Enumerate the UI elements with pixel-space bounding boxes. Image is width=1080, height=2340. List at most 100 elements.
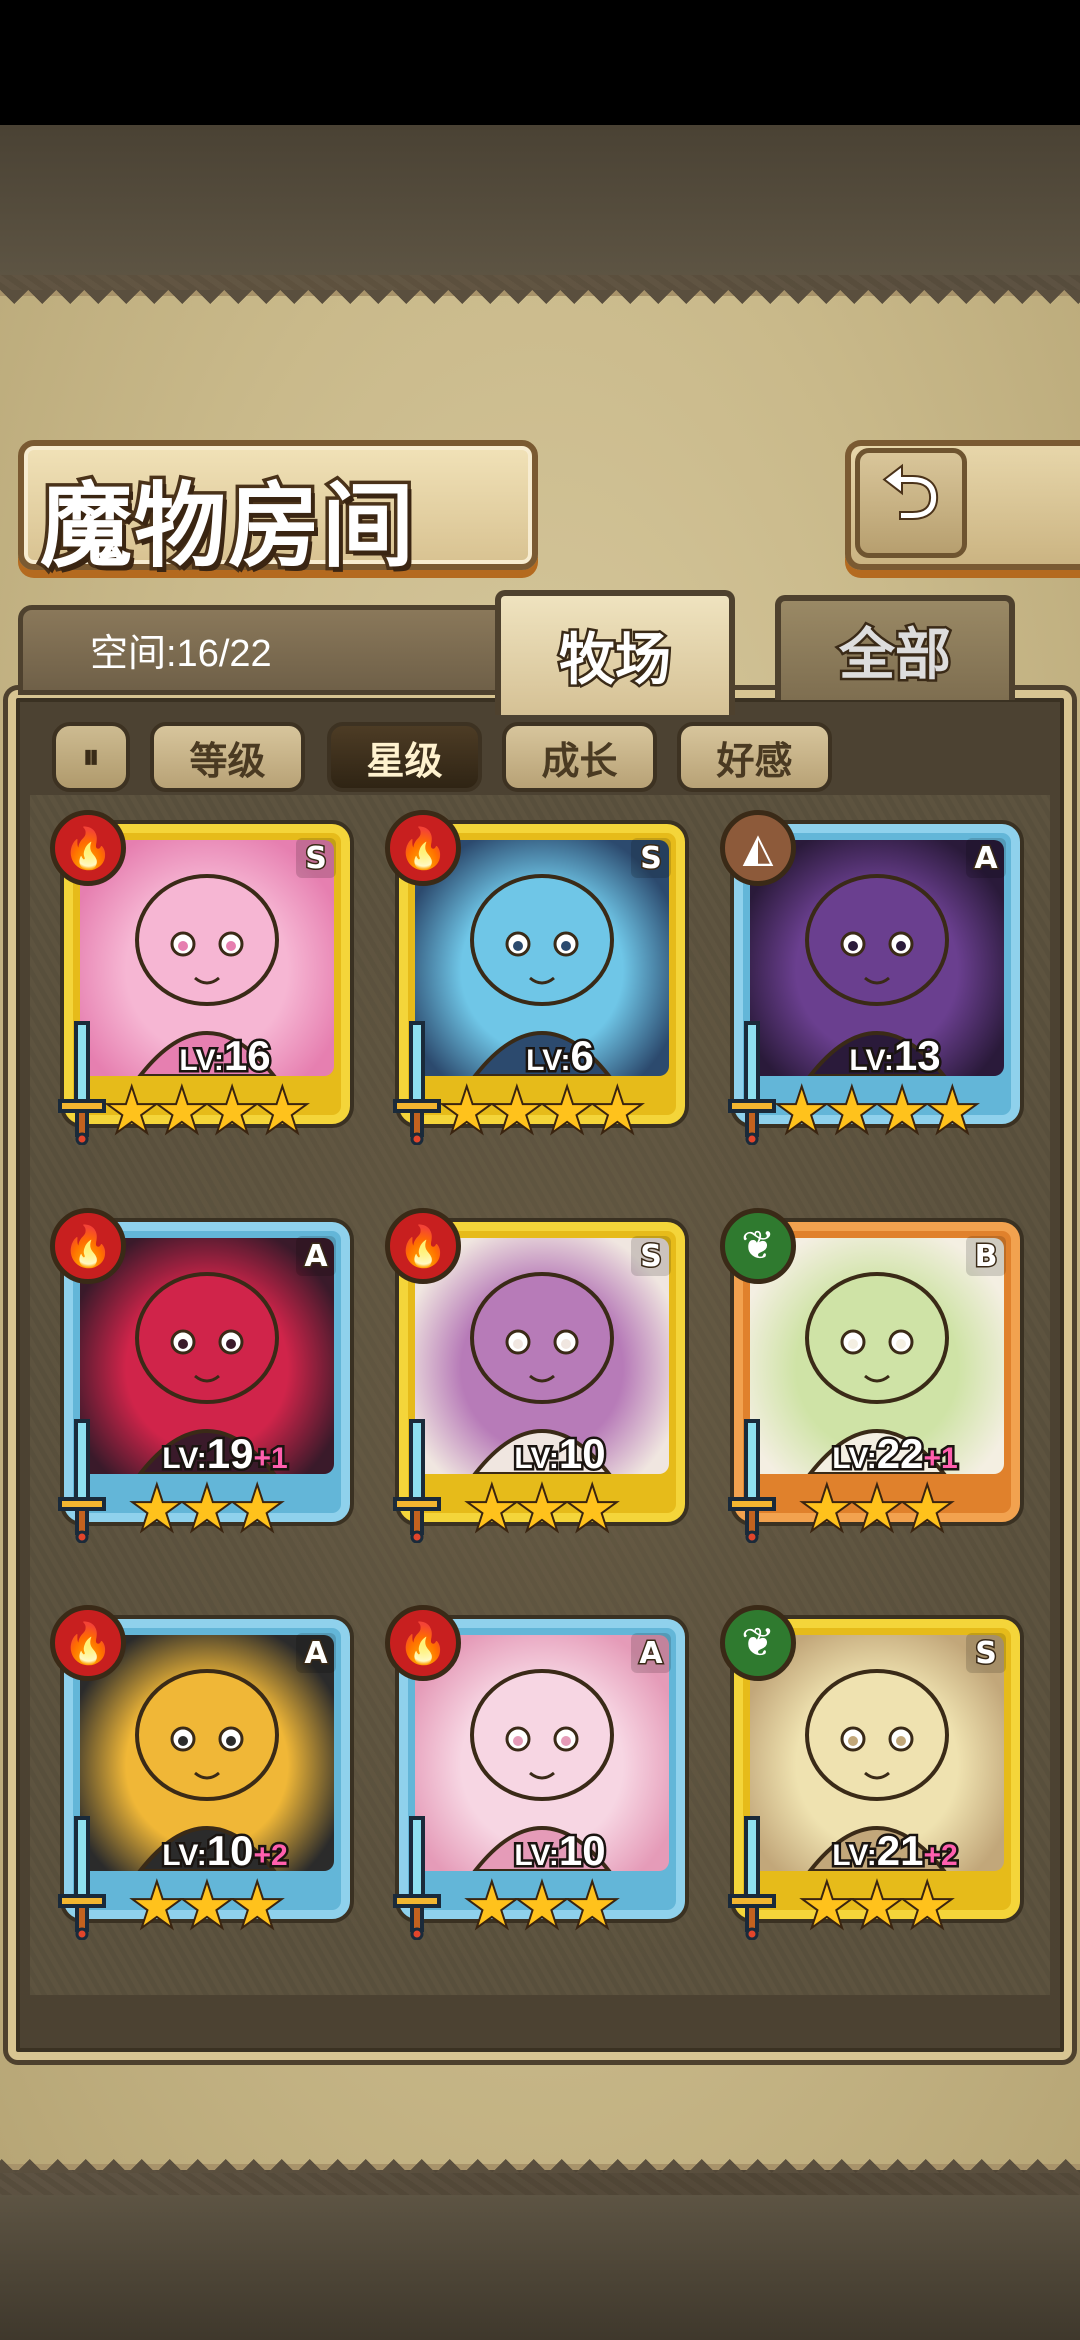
- rank-badge: A: [296, 1236, 336, 1276]
- level-prefix: LV:: [847, 1042, 897, 1080]
- fire-element-icon: 🔥: [385, 1208, 461, 1284]
- rank-letter: A: [303, 1237, 329, 1275]
- rank-letter: S: [639, 839, 664, 877]
- back-button[interactable]: ⮌: [855, 448, 967, 558]
- rank-letter: A: [973, 839, 999, 877]
- bottom-map-band: [0, 2195, 1080, 2340]
- parchment-edge-bottom: [0, 2145, 1080, 2173]
- rank-letter: S: [304, 839, 329, 877]
- star-icons: ★★★★: [775, 1079, 980, 1144]
- level-prefix: LV:: [177, 1042, 227, 1080]
- level-value: 10: [556, 1428, 608, 1480]
- fire-element-icon: 🔥: [385, 810, 461, 886]
- star-rating: ★★★: [415, 1477, 669, 1542]
- level-bonus: +2: [921, 1837, 960, 1875]
- rank-badge: A: [966, 838, 1006, 878]
- rank-letter: A: [303, 1634, 329, 1672]
- sort-level-button[interactable]: 等级: [150, 722, 305, 792]
- star-icons: ★★★: [800, 1477, 955, 1542]
- fire-element-icon: 🔥: [50, 1208, 126, 1284]
- star-rating: ★★★★: [80, 1079, 334, 1144]
- level-value: 13: [891, 1030, 943, 1082]
- rank-badge: A: [631, 1633, 671, 1673]
- level-value: 6: [568, 1030, 596, 1082]
- fire-element-icon: 🔥: [50, 1605, 126, 1681]
- parchment-edge-top: [0, 290, 1080, 318]
- monster-card[interactable]: S ❦ LV: 21 +2 ★★★: [720, 1605, 1020, 1955]
- level-prefix: LV:: [512, 1440, 562, 1478]
- rank-letter: B: [973, 1237, 999, 1275]
- monster-card[interactable]: A 🔥 LV: 10 +2 ★★★: [50, 1605, 350, 1955]
- star-rating: ★★★★: [415, 1079, 669, 1144]
- status-bar: [0, 0, 1080, 125]
- star-icons: ★★★: [465, 1477, 620, 1542]
- level-prefix: LV:: [524, 1042, 574, 1080]
- star-rating: ★★★: [80, 1875, 334, 1939]
- rank-badge: S: [966, 1633, 1006, 1673]
- level-value: 22: [874, 1428, 926, 1480]
- level-label: LV: 13: [780, 1030, 1010, 1082]
- level-bonus: +1: [251, 1440, 290, 1478]
- star-rating: ★★★: [80, 1477, 334, 1542]
- rank-badge: S: [631, 1236, 671, 1276]
- fire-element-icon: 🔥: [50, 810, 126, 886]
- level-label: LV: 10: [445, 1428, 675, 1480]
- nature-element-icon: ❦: [720, 1208, 796, 1284]
- level-prefix: LV:: [830, 1440, 880, 1478]
- rank-letter: S: [974, 1634, 999, 1672]
- star-rating: ★★★★: [750, 1079, 1004, 1144]
- star-icons: ★★★: [130, 1477, 285, 1542]
- monster-card[interactable]: S 🔥 LV: 16 ★★★★: [50, 810, 350, 1160]
- monster-card[interactable]: B ❦ LV: 22 +1 ★★★: [720, 1208, 1020, 1558]
- level-label: LV: 10: [445, 1825, 675, 1877]
- monster-card[interactable]: S 🔥 LV: 10 ★★★: [385, 1208, 685, 1558]
- rank-badge: B: [966, 1236, 1006, 1276]
- level-bonus: +2: [251, 1837, 290, 1875]
- star-icons: ★★★★: [105, 1079, 310, 1144]
- sort-growth-button[interactable]: 成长: [502, 722, 657, 792]
- return-arrow-icon: ⮌: [880, 449, 942, 537]
- star-icons: ★★★: [465, 1874, 620, 1939]
- monster-card[interactable]: A ◭ LV: 13 ★★★★: [720, 810, 1020, 1160]
- monster-card[interactable]: A 🔥 LV: 19 +1 ★★★: [50, 1208, 350, 1558]
- sort-toggle-button[interactable]: ⏸: [52, 722, 130, 792]
- level-value: 10: [204, 1825, 256, 1877]
- nature-element-icon: ❦: [720, 1605, 796, 1681]
- level-label: LV: 6: [445, 1030, 675, 1082]
- tab-all[interactable]: 全部: [775, 595, 1015, 700]
- rank-letter: S: [639, 1237, 664, 1275]
- level-prefix: LV:: [830, 1837, 880, 1875]
- level-label: LV: 16: [110, 1030, 340, 1082]
- level-label: LV: 21 +2: [780, 1825, 1010, 1877]
- level-label: LV: 19 +1: [110, 1428, 340, 1480]
- tab-pasture[interactable]: 牧场: [495, 590, 735, 715]
- page-title: 魔物房间: [37, 469, 418, 584]
- level-prefix: LV:: [160, 1440, 210, 1478]
- sort-order-icon: ⏸: [82, 737, 100, 777]
- star-rating: ★★★: [750, 1874, 1004, 1939]
- level-value: 10: [556, 1825, 608, 1877]
- rank-badge: A: [296, 1633, 336, 1673]
- level-value: 16: [221, 1030, 273, 1082]
- sort-star-button[interactable]: 星级: [327, 722, 482, 792]
- fire-element-icon: 🔥: [385, 1605, 461, 1681]
- star-icons: ★★★★: [440, 1079, 645, 1144]
- rank-badge: S: [631, 838, 671, 878]
- rank-letter: A: [638, 1634, 664, 1672]
- space-count: 空间:16/22: [90, 633, 272, 675]
- level-label: LV: 22 +1: [780, 1428, 1010, 1480]
- level-value: 19: [204, 1428, 256, 1480]
- sort-affection-button[interactable]: 好感: [677, 722, 832, 792]
- monster-card[interactable]: A 🔥 LV: 10 ★★★: [385, 1605, 685, 1955]
- monster-card[interactable]: S 🔥 LV: 6 ★★★★: [385, 810, 685, 1160]
- star-rating: ★★★: [415, 1874, 669, 1939]
- earth-element-icon: ◭: [720, 810, 796, 886]
- star-rating: ★★★: [750, 1477, 1004, 1542]
- level-bonus: +1: [921, 1440, 960, 1478]
- star-icons: ★★★: [800, 1874, 955, 1939]
- level-prefix: LV:: [512, 1837, 562, 1875]
- level-label: LV: 10 +2: [110, 1825, 340, 1877]
- top-map-band: [0, 125, 1080, 275]
- level-prefix: LV:: [160, 1837, 210, 1875]
- rank-badge: S: [296, 838, 336, 878]
